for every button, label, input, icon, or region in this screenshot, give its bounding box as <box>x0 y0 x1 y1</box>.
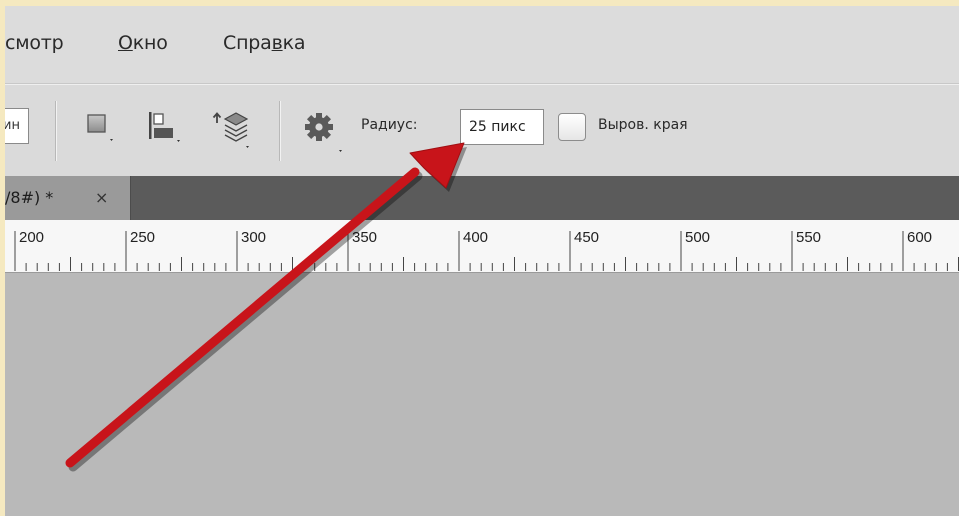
separator <box>279 101 281 161</box>
document-tab-title: /8#) * <box>5 188 54 207</box>
app-window: смотр Окно Справка ин <box>5 6 959 516</box>
menu-help-mnemonic: в <box>271 32 283 54</box>
gear-icon[interactable] <box>301 107 347 157</box>
ruler-label: 250 <box>130 229 155 246</box>
ruler-label: 300 <box>241 229 266 246</box>
ruler-label: 500 <box>685 229 710 246</box>
radius-input[interactable]: 25 пикс <box>460 109 544 145</box>
menu-help[interactable]: Справка <box>223 32 306 54</box>
ruler-label: 450 <box>574 229 599 246</box>
mode-square-icon[interactable] <box>83 111 119 147</box>
ruler-label: 600 <box>907 229 932 246</box>
antialias-label: Выров. края <box>598 117 688 133</box>
document-tab[interactable]: /8#) * × <box>5 176 131 220</box>
antialias-checkbox[interactable] <box>558 113 586 141</box>
menu-window[interactable]: Окно <box>118 32 168 54</box>
tool-options-bar: ин <box>5 84 959 177</box>
horizontal-ruler: 200 250 300 350 400 450 500 550 600 <box>5 220 959 273</box>
layers-sample-icon[interactable] <box>210 103 256 153</box>
canvas-area[interactable] <box>5 273 959 516</box>
menu-help-prefix: Спра <box>223 32 272 54</box>
ruler-label: 350 <box>352 229 377 246</box>
ruler-ticks: 200 250 300 350 400 450 500 550 600 <box>14 229 959 271</box>
align-edge-icon[interactable] <box>145 107 185 147</box>
document-tab-bar: /8#) * × <box>5 176 959 220</box>
close-icon[interactable]: × <box>95 188 108 207</box>
ruler-label: 550 <box>796 229 821 246</box>
menu-help-rest: ка <box>282 32 306 54</box>
ruler-label: 200 <box>19 229 44 246</box>
separator <box>55 101 57 161</box>
style-field[interactable]: ин <box>5 108 29 144</box>
menu-bar: смотр Окно Справка <box>5 6 959 84</box>
menu-window-mnemonic: О <box>118 32 133 54</box>
menu-window-rest: кно <box>132 32 168 54</box>
menu-view[interactable]: смотр <box>5 32 64 54</box>
radius-label: Радиус: <box>361 117 418 133</box>
ruler-label: 400 <box>463 229 488 246</box>
